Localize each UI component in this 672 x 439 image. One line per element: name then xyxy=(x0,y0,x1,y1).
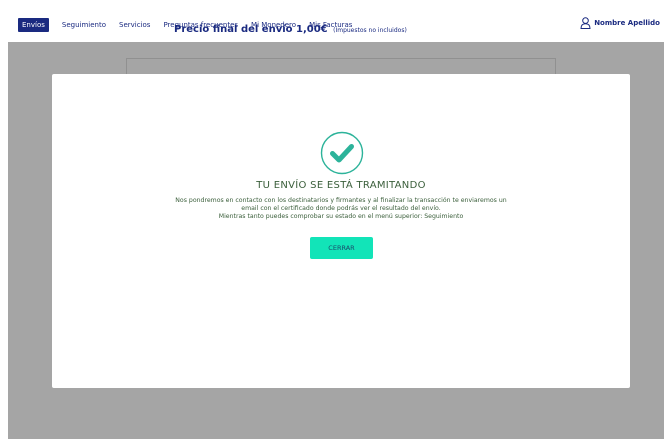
modal-message-line-1: Nos pondremos en contacto con los destin… xyxy=(175,197,507,204)
close-button[interactable]: CERRAR xyxy=(310,237,373,259)
check-circle-icon xyxy=(320,131,364,175)
modal-title: TU ENVÍO SE ESTÁ TRAMITANDO xyxy=(256,180,426,191)
price-label: Precio final del envío 1,00€ xyxy=(174,24,328,35)
modal-message-line-2: email con el certificado donde podrás ve… xyxy=(241,205,441,212)
price-summary: Precio final del envío 1,00€ (Impuestos … xyxy=(174,24,407,35)
nav-item-seguimiento[interactable]: Seguimiento xyxy=(62,18,106,32)
confirmation-modal: TU ENVÍO SE ESTÁ TRAMITANDO Nos pondremo… xyxy=(52,74,630,388)
user-menu[interactable]: Nombre Apellido xyxy=(580,16,660,30)
user-icon xyxy=(580,17,591,29)
top-navigation-bar: Envíos Seguimiento Servicios Preguntas f… xyxy=(0,0,672,42)
nav-item-envios[interactable]: Envíos xyxy=(18,18,49,32)
modal-message: Nos pondremos en contacto con los destin… xyxy=(150,197,532,221)
price-note: (Impuestos no incluidos) xyxy=(333,27,407,34)
modal-message-line-3: Mientras tanto puedes comprobar su estad… xyxy=(218,213,464,220)
user-name: Nombre Apellido xyxy=(594,19,660,27)
nav-item-servicios[interactable]: Servicios xyxy=(119,18,150,32)
